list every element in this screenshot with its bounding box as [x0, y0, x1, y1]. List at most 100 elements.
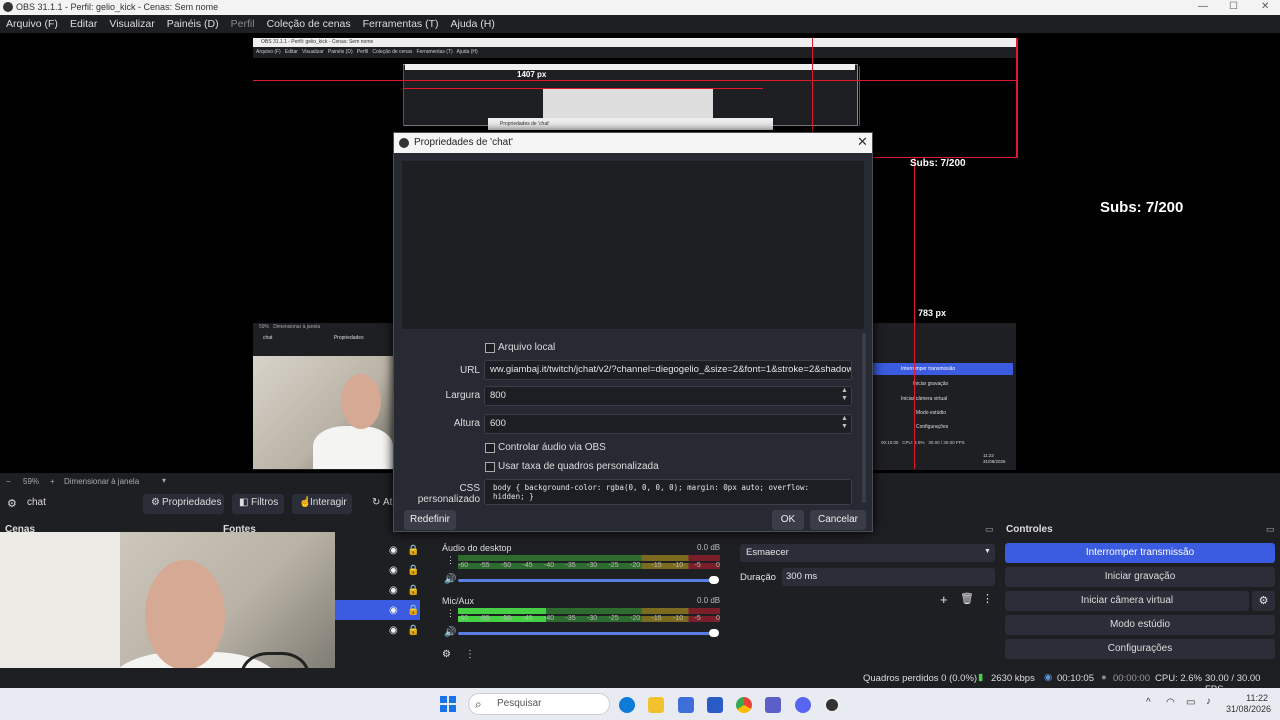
nested-status: 00:10:05 CPU: 2.6% 30.00 / 30.00 FPS [881, 440, 965, 445]
height-input[interactable]: 600 [484, 414, 852, 434]
lock-icon[interactable]: 🔒 [407, 565, 419, 576]
meter-tick: -20 [630, 615, 641, 622]
volume-slider[interactable] [458, 579, 718, 582]
stepper-icon[interactable]: ▲ ▼ [841, 387, 848, 403]
trash-icon[interactable]: 🗑 [960, 592, 974, 605]
speaker-icon[interactable]: 🔊 [444, 627, 456, 638]
gear-icon[interactable]: ⚙ [1252, 591, 1275, 611]
gear-icon: ⚙ [151, 497, 160, 508]
subs-counter-nested: Subs: 7/200 [910, 158, 966, 169]
chrome-icon[interactable] [736, 697, 752, 713]
meter-tick: -55 [479, 615, 490, 622]
audio-obs-checkbox[interactable] [485, 443, 495, 453]
nested-titlebar: OBS 31.1.1 - Perfil: gelio_kick - Cenas:… [253, 38, 1016, 47]
zoom-in-icon[interactable]: + [50, 477, 55, 486]
zoom-out-icon[interactable]: − [6, 477, 11, 486]
custom-fps-checkbox[interactable] [485, 462, 495, 472]
cancel-button[interactable]: Cancelar [810, 510, 866, 530]
stepper-icon[interactable]: ▲ ▼ [841, 415, 848, 431]
meter-tick: -40 [544, 615, 555, 622]
kebab-icon[interactable]: ⋮ [465, 649, 475, 660]
chevron-up-icon[interactable]: ^ [1146, 697, 1151, 708]
store-icon[interactable] [678, 697, 694, 713]
settings-button[interactable]: Configurações [1005, 639, 1275, 659]
taskbar-clock[interactable]: 11:22 31/08/2026 [1226, 693, 1271, 715]
meter-tick: -45 [522, 562, 533, 569]
meter-tick: -35 [565, 562, 576, 569]
eye-icon[interactable]: ◉ [389, 565, 398, 576]
reset-button[interactable]: Redefinir [404, 510, 456, 530]
eye-icon[interactable]: ◉ [389, 625, 398, 636]
dropped-frames: Quadros perdidos 0 (0.0%) [863, 673, 978, 684]
gear-icon: ⚙ [7, 498, 17, 510]
speaker-icon[interactable]: 🔊 [444, 574, 456, 585]
lock-icon[interactable]: 🔒 [407, 545, 419, 556]
menu-item-0[interactable]: Arquivo (F) [0, 15, 64, 33]
wifi-icon[interactable]: ◠ [1166, 697, 1175, 708]
monitor-icon[interactable]: ▭ [1186, 697, 1195, 708]
width-input[interactable]: 800 [484, 386, 852, 406]
close-icon[interactable]: ✕ [857, 134, 868, 150]
close-icon[interactable]: ✕ [1261, 1, 1269, 12]
menu-item-2[interactable]: Visualizar [103, 15, 160, 33]
kebab-icon[interactable]: ⋮ [446, 608, 455, 619]
audio-meter [458, 555, 720, 561]
outlook-icon[interactable] [707, 697, 723, 713]
width-label: Largura [445, 390, 480, 401]
start-recording-button[interactable]: Iniciar gravação [1005, 567, 1275, 587]
studio-mode-button[interactable]: Modo estúdio [1005, 615, 1275, 635]
clock-time: 11:22 [1246, 693, 1268, 703]
window-title: OBS 31.1.1 - Perfil: gelio_kick - Cenas:… [16, 2, 219, 12]
eye-icon[interactable]: ◉ [389, 605, 398, 616]
eye-icon[interactable]: ◉ [389, 545, 398, 556]
lock-icon[interactable]: 🔒 [407, 625, 419, 636]
webcam-feed-nested [253, 356, 393, 469]
volume-knob[interactable] [709, 629, 719, 637]
record-time: 00:00:00 [1113, 673, 1150, 684]
volume-knob[interactable] [709, 576, 719, 584]
scrollbar[interactable] [862, 333, 866, 503]
volume-icon[interactable]: ♪ [1206, 696, 1211, 707]
css-textarea[interactable]: body { background-color: rgba(0, 0, 0, 0… [484, 479, 852, 505]
meter-tick: 0 [716, 615, 720, 622]
teams-icon[interactable] [765, 697, 781, 713]
local-file-checkbox[interactable] [485, 343, 495, 353]
edge-icon[interactable] [619, 697, 635, 713]
kebab-icon[interactable]: ⋮ [446, 555, 455, 566]
folder-icon[interactable] [648, 697, 664, 713]
gear-icon[interactable]: ⚙ [442, 649, 451, 660]
taskbar-search[interactable]: Pesquisar [468, 693, 610, 715]
kebab-icon[interactable]: ⋮ [982, 592, 993, 605]
volume-slider[interactable] [458, 632, 718, 635]
meter-tick: -30 [587, 615, 598, 622]
menu-item-3[interactable]: Painéis (D) [161, 15, 225, 33]
obs-taskbar-icon[interactable] [824, 697, 840, 713]
dock-menu-icon[interactable]: ▭ [985, 524, 994, 535]
lock-icon[interactable]: 🔒 [407, 605, 419, 616]
minimize-icon[interactable]: — [1198, 1, 1208, 12]
maximize-icon[interactable]: ☐ [1229, 1, 1238, 12]
meter-tick: -10 [673, 562, 684, 569]
zoom-percent: 59% [23, 477, 40, 486]
menu-item-5[interactable]: Coleção de cenas [261, 15, 357, 33]
discord-icon[interactable] [795, 697, 811, 713]
stop-streaming-button[interactable]: Interromper transmissão [1005, 543, 1275, 563]
refresh-icon[interactable]: ↻ [372, 497, 380, 508]
chevron-down-icon: ▼ [984, 548, 991, 555]
chevron-down-icon[interactable]: ▾ [162, 476, 166, 485]
menu-item-6[interactable]: Ferramentas (T) [357, 15, 445, 33]
menu-item-4[interactable]: Perfil [225, 15, 261, 33]
duration-input[interactable]: 300 ms [782, 568, 995, 586]
ok-button[interactable]: OK [772, 510, 804, 530]
transition-select[interactable]: Esmaecer [740, 544, 995, 562]
add-icon[interactable]: + [940, 592, 948, 607]
eye-icon[interactable]: ◉ [389, 585, 398, 596]
menu-item-7[interactable]: Ajuda (H) [444, 15, 500, 33]
dock-menu-icon[interactable]: ▭ [1266, 524, 1275, 535]
start-virtual-camera-button[interactable]: Iniciar câmera virtual [1005, 591, 1249, 611]
menu-item-1[interactable]: Editar [64, 15, 103, 33]
zoom-mode[interactable]: Dimensionar à janela [64, 477, 139, 486]
url-input[interactable]: ww.giambaj.it/twitch/jchat/v2/?channel=d… [484, 360, 852, 380]
lock-icon[interactable]: 🔒 [407, 585, 419, 596]
windows-start-icon[interactable] [440, 696, 456, 712]
